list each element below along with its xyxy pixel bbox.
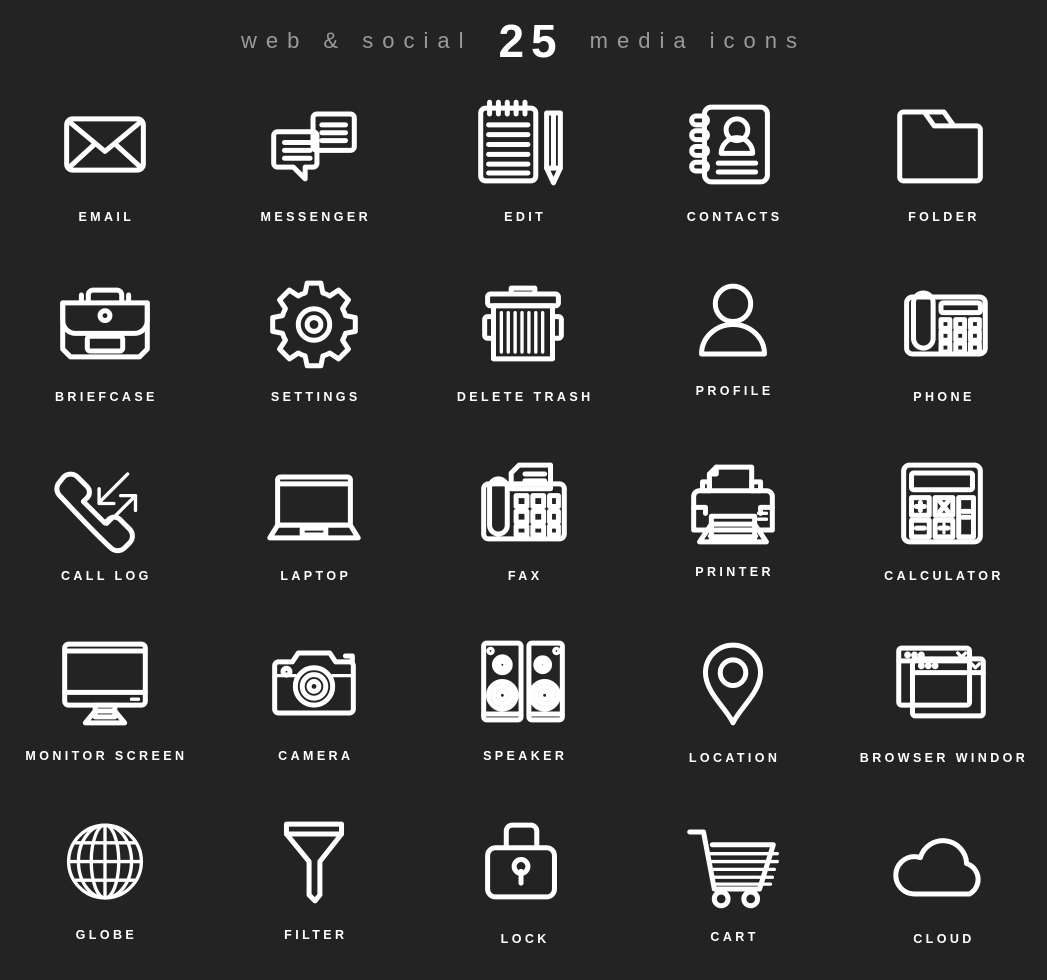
icon-cell-edit[interactable]: EDIT bbox=[419, 82, 628, 262]
notepad-pencil-icon[interactable] bbox=[457, 88, 589, 200]
icon-label: LOCATION bbox=[688, 750, 781, 765]
map-pin-icon[interactable] bbox=[667, 627, 799, 739]
speakers-icon[interactable] bbox=[457, 627, 589, 739]
icon-label: BRIEFCASE bbox=[54, 389, 158, 404]
icon-label: EMAIL bbox=[78, 210, 135, 224]
icon-cell-speaker[interactable]: SPEAKER bbox=[419, 621, 628, 801]
icon-cell-fax[interactable]: FAX bbox=[419, 441, 628, 621]
browser-windows-icon[interactable] bbox=[876, 627, 1008, 739]
icon-label: LOCK bbox=[500, 932, 550, 947]
camera-icon[interactable] bbox=[248, 627, 380, 739]
icon-cell-globe[interactable]: GLOBE bbox=[0, 800, 209, 980]
icon-cell-briefcase[interactable]: BRIEFCASE bbox=[0, 262, 209, 442]
icon-label: LAPTOP bbox=[280, 569, 352, 584]
icon-cell-monitor-screen[interactable]: MONITOR SCREEN bbox=[0, 621, 209, 801]
icon-cell-cart[interactable]: CART bbox=[628, 800, 837, 980]
icon-cell-printer[interactable]: PRINTER bbox=[628, 441, 837, 621]
header: web & social 25 media icons bbox=[0, 0, 1047, 82]
icon-label: MESSENGER bbox=[260, 210, 372, 224]
icon-label: EDIT bbox=[504, 210, 547, 224]
icon-cell-call-log[interactable]: CALL LOG bbox=[0, 441, 209, 621]
icon-cell-cloud[interactable]: CLOUD bbox=[838, 800, 1047, 980]
icon-cell-messenger[interactable]: MESSENGER bbox=[209, 82, 418, 262]
folder-icon[interactable] bbox=[876, 88, 1008, 200]
briefcase-icon[interactable] bbox=[39, 268, 171, 380]
icon-cell-email[interactable]: EMAIL bbox=[0, 82, 209, 262]
icon-label: DELETE TRASH bbox=[456, 389, 594, 404]
icon-label: GLOBE bbox=[75, 928, 138, 943]
icon-label: BROWSER WINDOR bbox=[859, 750, 1029, 765]
shopping-cart-icon[interactable] bbox=[667, 806, 799, 918]
icon-cell-calculator[interactable]: CALCULATOR bbox=[838, 441, 1047, 621]
icon-label: FOLDER bbox=[908, 210, 980, 224]
header-right-text: media icons bbox=[589, 28, 807, 53]
trash-can-icon[interactable] bbox=[457, 268, 589, 380]
icon-set-sheet: web & social 25 media icons EMAIL MESSEN… bbox=[0, 0, 1047, 980]
padlock-icon[interactable] bbox=[457, 806, 589, 918]
icon-cell-location[interactable]: LOCATION bbox=[628, 621, 837, 801]
icon-grid: EMAIL MESSENGER EDIT CONTACTS FOLDER BRI… bbox=[0, 82, 1047, 980]
icon-cell-settings[interactable]: SETTINGS bbox=[209, 262, 418, 442]
address-book-icon[interactable] bbox=[667, 88, 799, 200]
icon-cell-filter[interactable]: FILTER bbox=[209, 800, 418, 980]
monitor-icon[interactable] bbox=[39, 627, 171, 739]
icon-label: CALCULATOR bbox=[884, 569, 1004, 584]
call-log-icon[interactable] bbox=[39, 447, 171, 559]
icon-cell-browser-window[interactable]: BROWSER WINDOR bbox=[838, 621, 1047, 801]
icon-label: CLOUD bbox=[913, 932, 975, 947]
header-icon-count: 25 bbox=[498, 15, 564, 67]
icon-label: CAMERA bbox=[278, 748, 354, 763]
icon-cell-phone[interactable]: PHONE bbox=[838, 262, 1047, 442]
icon-label: FAX bbox=[507, 569, 543, 584]
icon-label: MONITOR SCREEN bbox=[25, 748, 188, 763]
icon-label: PHONE bbox=[913, 389, 975, 404]
laptop-icon[interactable] bbox=[248, 447, 380, 559]
icon-cell-profile[interactable]: PROFILE bbox=[628, 262, 837, 442]
desk-phone-icon[interactable] bbox=[876, 268, 1008, 380]
printer-icon[interactable] bbox=[667, 447, 799, 559]
user-icon[interactable] bbox=[667, 268, 799, 380]
gear-icon[interactable] bbox=[248, 268, 380, 380]
icon-label: PRINTER bbox=[695, 565, 774, 580]
calculator-icon[interactable] bbox=[876, 447, 1008, 559]
icon-cell-contacts[interactable]: CONTACTS bbox=[628, 82, 837, 262]
icon-label: CART bbox=[710, 930, 759, 945]
icon-cell-laptop[interactable]: LAPTOP bbox=[209, 441, 418, 621]
icon-cell-folder[interactable]: FOLDER bbox=[838, 82, 1047, 262]
icon-cell-lock[interactable]: LOCK bbox=[419, 800, 628, 980]
icon-label: CALL LOG bbox=[60, 569, 152, 584]
icon-cell-camera[interactable]: CAMERA bbox=[209, 621, 418, 801]
icon-cell-delete-trash[interactable]: DELETE TRASH bbox=[419, 262, 628, 442]
icon-label: SETTINGS bbox=[270, 389, 361, 404]
icon-label: PROFILE bbox=[695, 383, 774, 398]
cloud-icon[interactable] bbox=[876, 806, 1008, 918]
header-left-text: web & social bbox=[240, 28, 473, 53]
fax-machine-icon[interactable] bbox=[457, 447, 589, 559]
icon-label: CONTACTS bbox=[686, 210, 783, 224]
icon-label: SPEAKER bbox=[483, 748, 568, 763]
globe-icon[interactable] bbox=[39, 806, 171, 918]
funnel-icon[interactable] bbox=[248, 806, 380, 918]
icon-label: FILTER bbox=[284, 928, 348, 943]
envelope-icon[interactable] bbox=[39, 88, 171, 200]
chat-bubbles-icon[interactable] bbox=[248, 88, 380, 200]
